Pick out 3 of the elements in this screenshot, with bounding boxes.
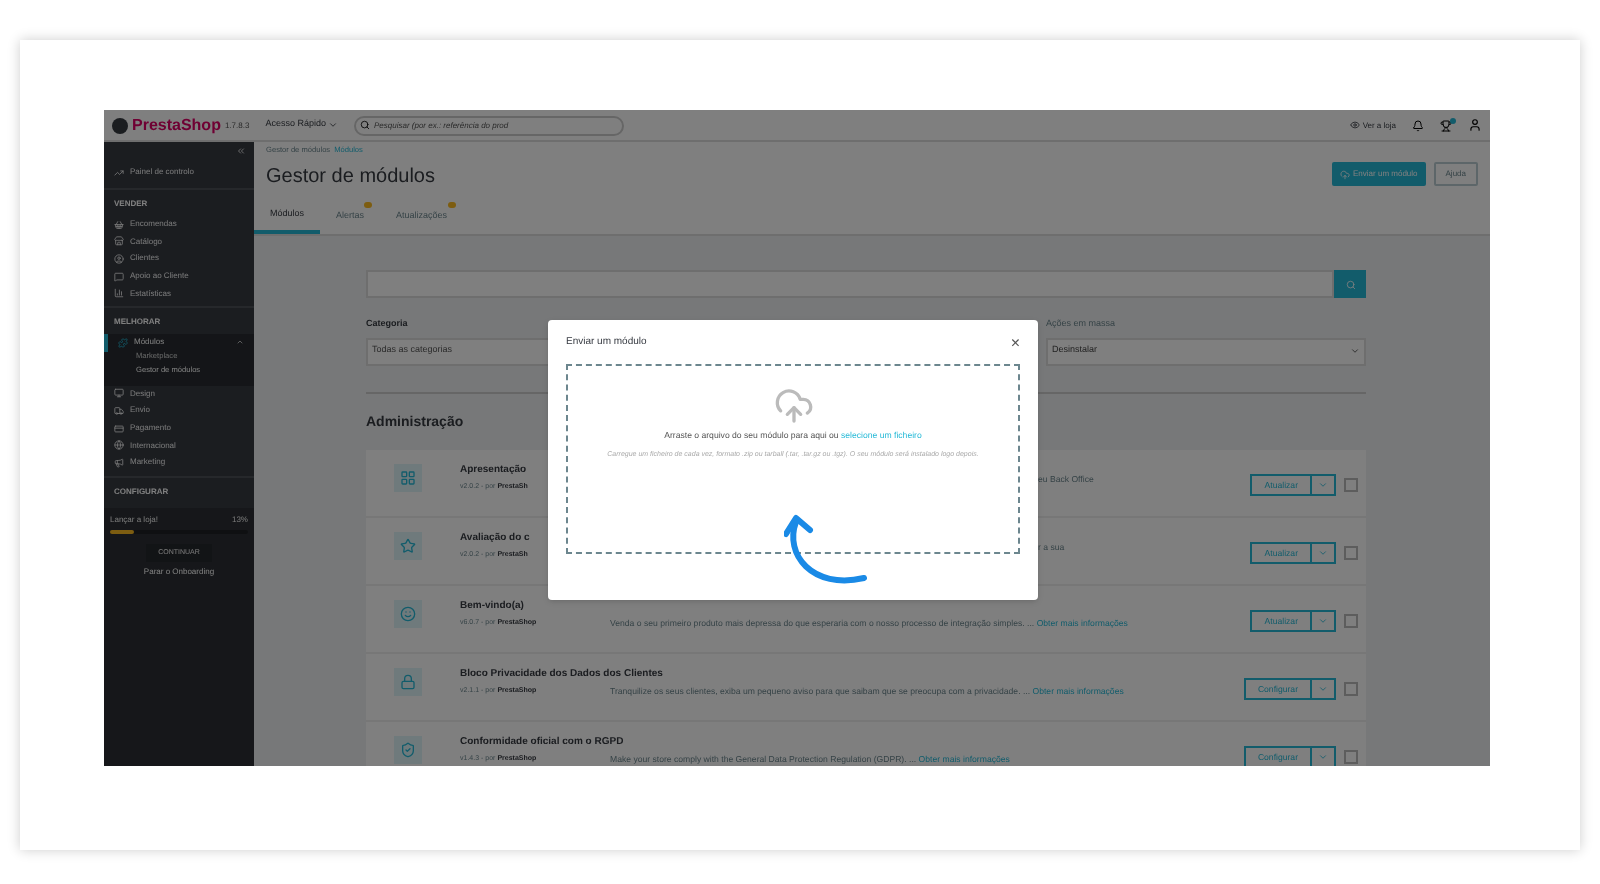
close-button[interactable]: × [1010, 336, 1020, 352]
page-title: Gestor de módulos [266, 163, 437, 192]
logo: PrestaShop [132, 113, 221, 137]
